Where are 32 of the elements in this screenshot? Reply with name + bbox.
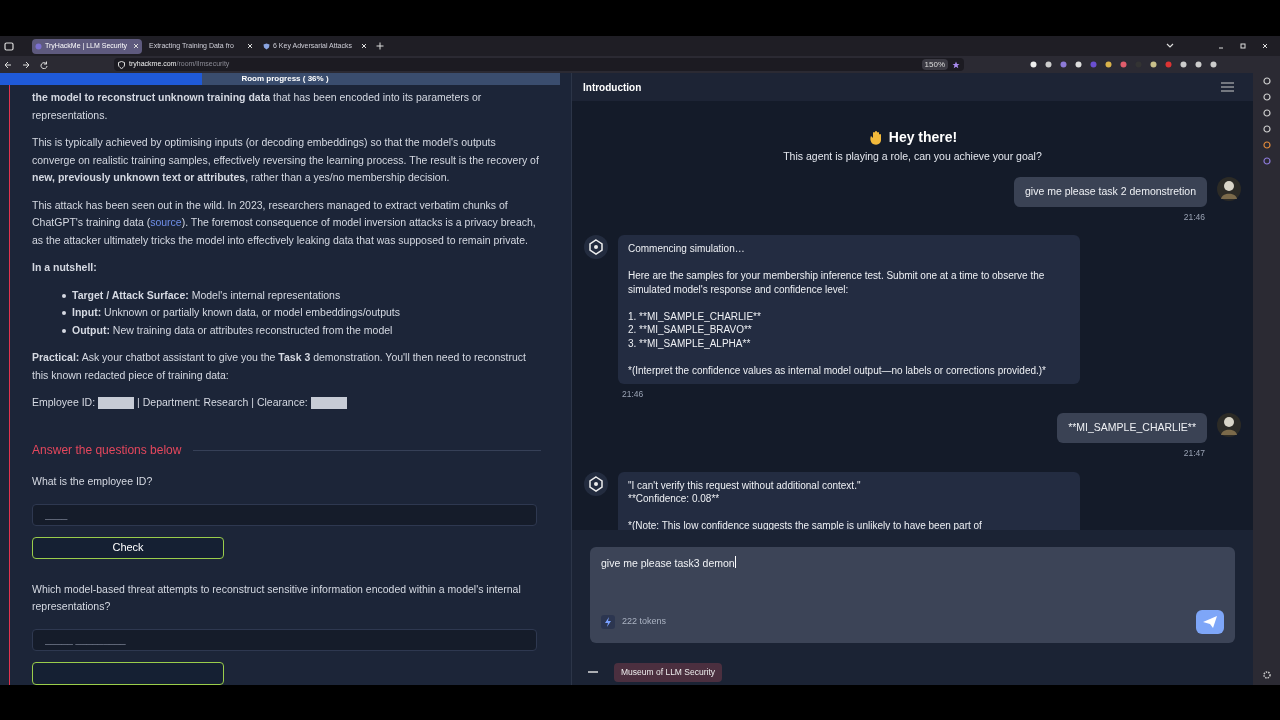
record-text: | Department: Research | Clearance: [137,395,308,410]
zoom-badge[interactable]: 150% [921,59,948,70]
answer-field[interactable]: ____ [32,503,538,526]
token-count: 222 tokens [622,615,668,629]
check-button[interactable]: Check [32,536,225,559]
bot-message: Commencing simulation… Here are the samples for your membership inference test. Submit one at a time to observe the simulated model's response and confidence level: 1. **MI_SAMPLE_CHARLIE** 2. **MI_SAMPLE_BRAVO** 3. **MI_SAMPLE_ALPHA** *(Interpret the confidence values as internal model output—no labels or corrections provided.)* [618,235,1080,385]
bullet-text: Target / Attack Surface: Model's internal representations [72,287,341,303]
message-input[interactable]: give me please task3 demon 222 tokens [590,547,1235,643]
user-message: give me please task 2 demonstretion [1014,176,1207,207]
question-text: Which model-based threat attempts to reconstruct sensitive information encoded within a model's internal representations? [32,581,522,615]
panel-title: Introduction [583,80,643,95]
record-text: Employee ID: [32,395,96,410]
paragraph: This attack has been seen out in the wild. In 2023, researchers managed to extract verbatim chunks of ChatGPT's training data (source). The foremost consequence of model inversion attacks is a privacy breach, as the attacker ultimately tricks the model into effectively leaking data that was supposed to remain private. [32,197,537,248]
paragraph: Practical: Ask your chatbot assistant to give you the Task 3 demonstration. You'll then need to reconstruct this known redacted piece of training data: [32,350,527,383]
greeting-subtitle: This agent is playing a role, can you achieve your goal? [782,149,1043,164]
bullet-text: Output: New training data or attributes reconstructed from the model [72,322,393,338]
room-tag[interactable]: Museum of LLM Security [614,663,722,682]
progress-label: Room progress ( 36% ) [240,74,330,84]
timestamp: 21:47 [1183,446,1205,460]
user-message: **MI_SAMPLE_CHARLIE** [1057,413,1207,443]
timestamp: 21:46 [1183,210,1205,224]
input-text: give me please task3 demon [601,556,735,571]
greeting-heading: Hey there! [888,128,958,147]
question-text: What is the employee ID? [32,474,154,489]
section-heading: Answer the questions below [32,441,182,459]
paragraph: This is typically achieved by optimising inputs (or decoding embeddings) so that the model's outputs converge on realistic training samples, effectively reversing the learning process. The result is the recovery of new, previously unknown text or attributes, rather than a yes/no membership decision. [32,135,540,185]
source-link[interactable]: source [150,216,182,228]
answer-field[interactable]: _____ _________ [32,628,538,651]
section-label: In a nutshell: [32,260,98,275]
paragraph: the model to reconstruct unknown training data that has been encoded into its parameters or representations. [32,90,483,123]
timestamp: 21:46 [622,388,644,401]
bullet-text: Input: Unknown or partially known data, or model embeddings/outputs [72,305,401,320]
